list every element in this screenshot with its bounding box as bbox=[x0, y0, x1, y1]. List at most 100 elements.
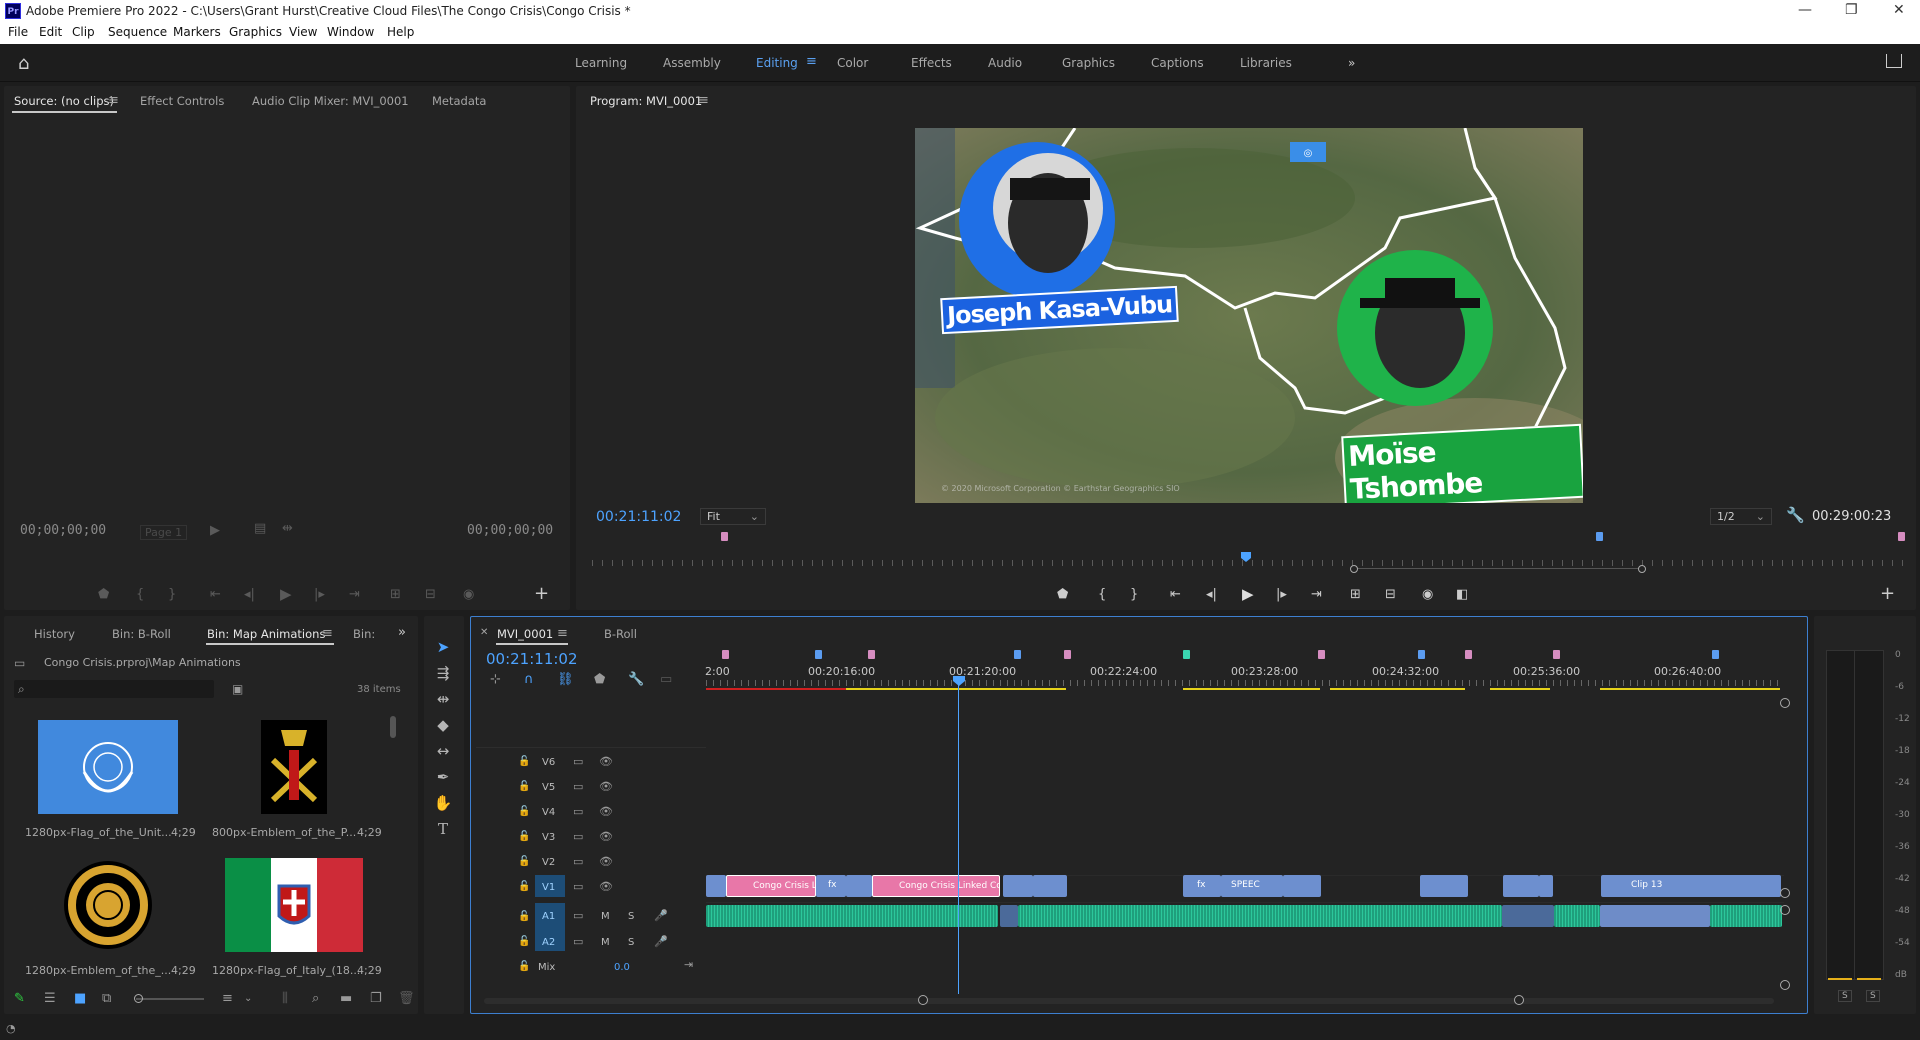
resolution-select[interactable]: 1/2 ⌄ bbox=[1710, 508, 1772, 525]
export-frame-icon[interactable]: ◉ bbox=[1422, 588, 1433, 602]
step-back-icon[interactable]: ◂| bbox=[1206, 588, 1217, 602]
sync-lock-icon[interactable]: ▭ bbox=[573, 909, 583, 923]
home-icon[interactable]: ⌂ bbox=[18, 53, 29, 74]
new-bin-icon[interactable]: ▬ bbox=[340, 992, 352, 1006]
microphone-icon[interactable]: 🎤 bbox=[654, 935, 668, 949]
track-select-tool-icon[interactable]: ⇶ bbox=[433, 664, 453, 684]
sequence-menu-icon[interactable]: ≡ bbox=[557, 626, 568, 641]
restore-icon[interactable]: ❐ bbox=[1845, 2, 1858, 18]
timeline-ruler[interactable] bbox=[706, 680, 1784, 686]
close-sequence-icon[interactable]: ✕ bbox=[480, 627, 488, 638]
timeline-marker[interactable] bbox=[815, 650, 822, 659]
source-insert-icon[interactable]: ⊞ bbox=[390, 588, 401, 602]
pen-tool-icon[interactable]: ✒ bbox=[433, 768, 453, 788]
sync-lock-icon[interactable]: ▭ bbox=[573, 780, 583, 794]
goto-out-icon[interactable]: ⇥ bbox=[1311, 588, 1322, 602]
tab-metadata[interactable]: Metadata bbox=[432, 94, 486, 108]
video-clip-13[interactable]: Clip 13 bbox=[1601, 875, 1781, 897]
timeline-horizontal-scrollbar[interactable] bbox=[484, 998, 1774, 1004]
workspace-assembly[interactable]: Assembly bbox=[663, 56, 721, 70]
scroll-handle-left[interactable] bbox=[918, 995, 928, 1005]
video-clip-congo-crisis-linked[interactable]: Congo Crisis Linked Co bbox=[872, 875, 1000, 897]
video-clip-fx[interactable]: fx bbox=[1183, 875, 1221, 897]
program-menu-icon[interactable]: ≡ bbox=[698, 93, 709, 108]
mix-pan-icon[interactable]: ⇥ bbox=[684, 958, 693, 972]
timeline-marker[interactable] bbox=[1014, 650, 1021, 659]
source-mark-in-icon[interactable]: { bbox=[136, 588, 144, 602]
video-clip[interactable] bbox=[1539, 875, 1553, 897]
timeline-marker[interactable] bbox=[1465, 650, 1472, 659]
menu-markers[interactable]: Markers bbox=[173, 25, 221, 39]
mute-button[interactable]: M bbox=[601, 911, 610, 922]
source-add-button-icon[interactable]: + bbox=[534, 585, 549, 603]
tab-sequence-mvi[interactable]: MVI_0001 bbox=[497, 627, 553, 641]
step-forward-icon[interactable]: |▸ bbox=[1276, 588, 1287, 602]
timeline-marker[interactable] bbox=[1183, 650, 1190, 659]
menu-window[interactable]: Window bbox=[327, 25, 374, 39]
more-workspaces-icon[interactable]: » bbox=[1348, 56, 1355, 70]
extract-icon[interactable]: ⊟ bbox=[1385, 588, 1396, 602]
timeline-marker[interactable] bbox=[1064, 650, 1071, 659]
selection-tool-icon[interactable]: ➤ bbox=[433, 638, 453, 658]
video-clip[interactable] bbox=[1003, 875, 1033, 897]
chevron-down-icon[interactable]: ⌄ bbox=[244, 992, 252, 1006]
video-clip-fx[interactable]: fx bbox=[816, 875, 846, 897]
timeline-marker[interactable] bbox=[868, 650, 875, 659]
slip-tool-icon[interactable]: ↔ bbox=[433, 742, 453, 762]
tab-sequence-broll[interactable]: B-Roll bbox=[604, 627, 637, 641]
source-settings-icon[interactable]: ▤ bbox=[254, 522, 266, 536]
video-clip[interactable] bbox=[706, 875, 726, 897]
thumbnail-italy-flag[interactable] bbox=[223, 858, 363, 952]
tab-bin-map-animations[interactable]: Bin: Map Animations bbox=[207, 627, 325, 641]
eye-icon[interactable]: 👁 bbox=[599, 805, 613, 819]
source-goto-in-icon[interactable]: ⇤ bbox=[210, 588, 221, 602]
vertical-zoom-handle[interactable] bbox=[1780, 698, 1790, 708]
program-marker[interactable] bbox=[1898, 532, 1905, 541]
program-zoom-bar[interactable] bbox=[1354, 568, 1644, 569]
program-timecode[interactable]: 00:21:11:02 bbox=[596, 509, 681, 525]
close-icon[interactable]: ✕ bbox=[1893, 2, 1905, 18]
workspace-audio[interactable]: Audio bbox=[988, 56, 1022, 70]
zoom-select[interactable]: Fit ⌄ bbox=[700, 508, 766, 525]
meter-solo-left[interactable]: S bbox=[1838, 990, 1852, 1002]
program-marker[interactable] bbox=[721, 532, 728, 541]
icon-view-icon[interactable]: ■ bbox=[74, 992, 86, 1006]
wrench-icon[interactable]: 🔧 bbox=[1786, 508, 1805, 523]
workspace-color[interactable]: Color bbox=[837, 56, 868, 70]
lock-icon[interactable]: 🔓 bbox=[518, 780, 530, 794]
program-marker-icon[interactable]: ⬟ bbox=[1057, 588, 1068, 602]
tab-audio-clip-mixer[interactable]: Audio Clip Mixer: MVI_0001 bbox=[252, 94, 409, 108]
sync-lock-icon[interactable]: ▭ bbox=[573, 830, 583, 844]
menu-graphics[interactable]: Graphics bbox=[229, 25, 282, 39]
nest-icon[interactable]: ⊹ bbox=[490, 673, 501, 687]
timeline-settings-icon[interactable]: 🔧 bbox=[628, 673, 644, 687]
video-clip[interactable] bbox=[1283, 875, 1321, 897]
lock-icon[interactable]: 🔓 bbox=[518, 910, 530, 924]
audio-clip-a1[interactable] bbox=[1502, 905, 1554, 927]
find-icon[interactable]: ⌕ bbox=[312, 992, 319, 1006]
video-clip-speech[interactable]: SPEEC bbox=[1221, 875, 1283, 897]
bin-menu-icon[interactable]: ≡ bbox=[322, 626, 333, 641]
source-goto-out-icon[interactable]: ⇥ bbox=[349, 588, 360, 602]
eye-icon[interactable]: 👁 bbox=[599, 880, 613, 894]
workspace-learning[interactable]: Learning bbox=[575, 56, 627, 70]
menu-edit[interactable]: Edit bbox=[39, 25, 62, 39]
mark-out-icon[interactable]: } bbox=[1130, 588, 1138, 602]
new-search-bin-icon[interactable]: ▣ bbox=[232, 682, 243, 696]
solo-button[interactable]: S bbox=[628, 911, 634, 922]
source-fit-icon[interactable]: ⇹ bbox=[282, 522, 293, 536]
audio-clip-a1[interactable] bbox=[706, 905, 998, 927]
thumbnail-papal-emblem[interactable] bbox=[223, 720, 363, 814]
video-clip[interactable] bbox=[1033, 875, 1067, 897]
audio-clip-a1[interactable] bbox=[1018, 905, 1502, 927]
sort-icon[interactable]: ≡ bbox=[222, 992, 233, 1006]
menu-help[interactable]: Help bbox=[387, 25, 414, 39]
lock-icon[interactable]: 🔓 bbox=[518, 830, 530, 844]
video-clip[interactable] bbox=[1420, 875, 1468, 897]
thumbnail-un-flag[interactable] bbox=[38, 720, 178, 814]
bin-scrollbar[interactable] bbox=[390, 716, 396, 738]
automate-sequence-icon[interactable]: ⫼ bbox=[282, 992, 288, 1006]
eye-icon[interactable]: 👁 bbox=[599, 855, 613, 869]
program-title[interactable]: Program: MVI_0001 bbox=[590, 94, 702, 108]
mute-button[interactable]: M bbox=[601, 937, 610, 948]
